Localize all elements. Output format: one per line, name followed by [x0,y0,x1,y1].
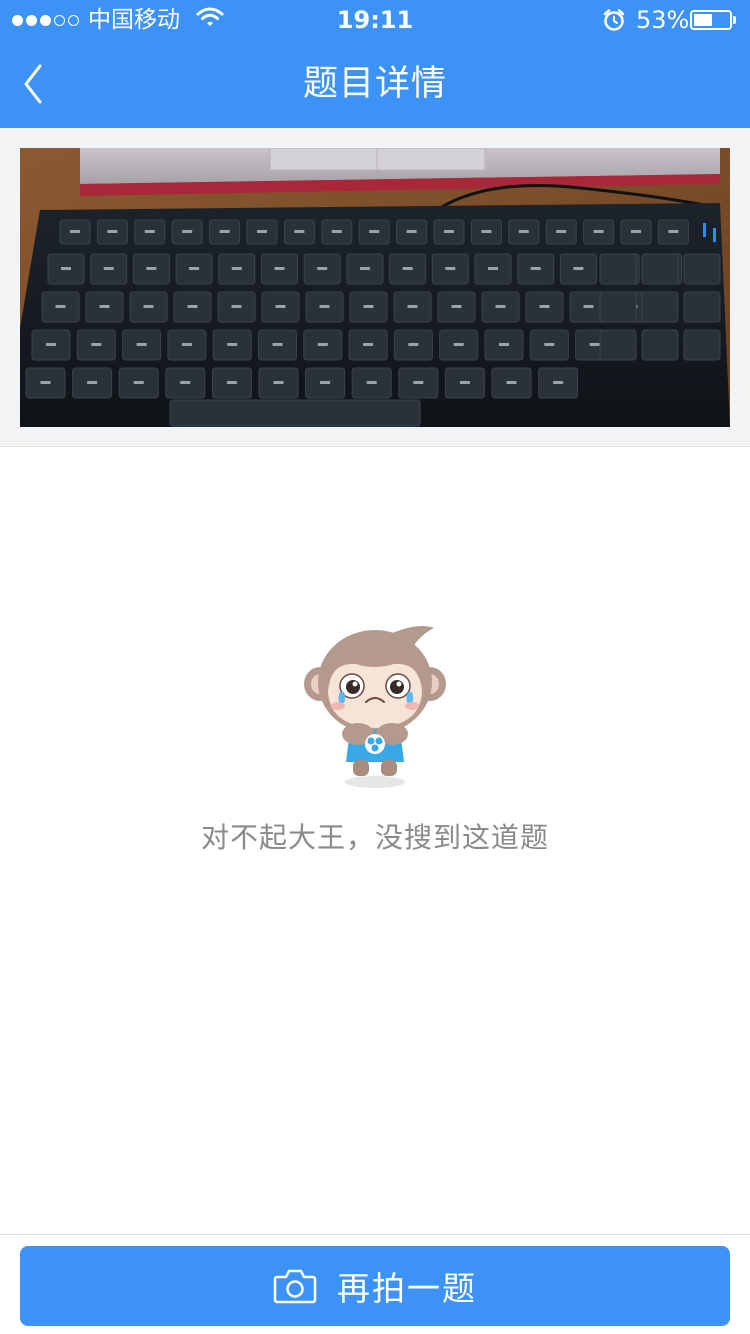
keyboard-photo [20,148,730,427]
question-photo-area [0,128,750,446]
camera-icon [273,1269,317,1304]
battery-percent: 53% [636,6,690,34]
nav-bar: 题目详情 [0,40,750,128]
battery-icon [690,10,732,30]
status-bar: 中国移动 19:11 53% [0,0,750,40]
alarm-icon [603,9,625,31]
retake-label: 再拍一题 [337,1269,477,1308]
page-title: 题目详情 [302,64,447,104]
empty-state-message: 对不起大王，没搜到这道题 [200,821,549,854]
header: 中国移动 19:11 53% 题目详情 [0,0,750,128]
screen: 中国移动 19:11 53% 题目详情 对不起大王，没搜到这道题 再拍一题 [0,0,750,1334]
crying-monkey-icon [304,626,446,788]
divider [0,446,750,447]
battery-level [694,14,712,26]
divider [0,1234,750,1235]
retake-photo-button[interactable]: 再拍一题 [20,1246,730,1326]
question-photo[interactable] [20,148,730,427]
battery-tip [733,16,736,24]
